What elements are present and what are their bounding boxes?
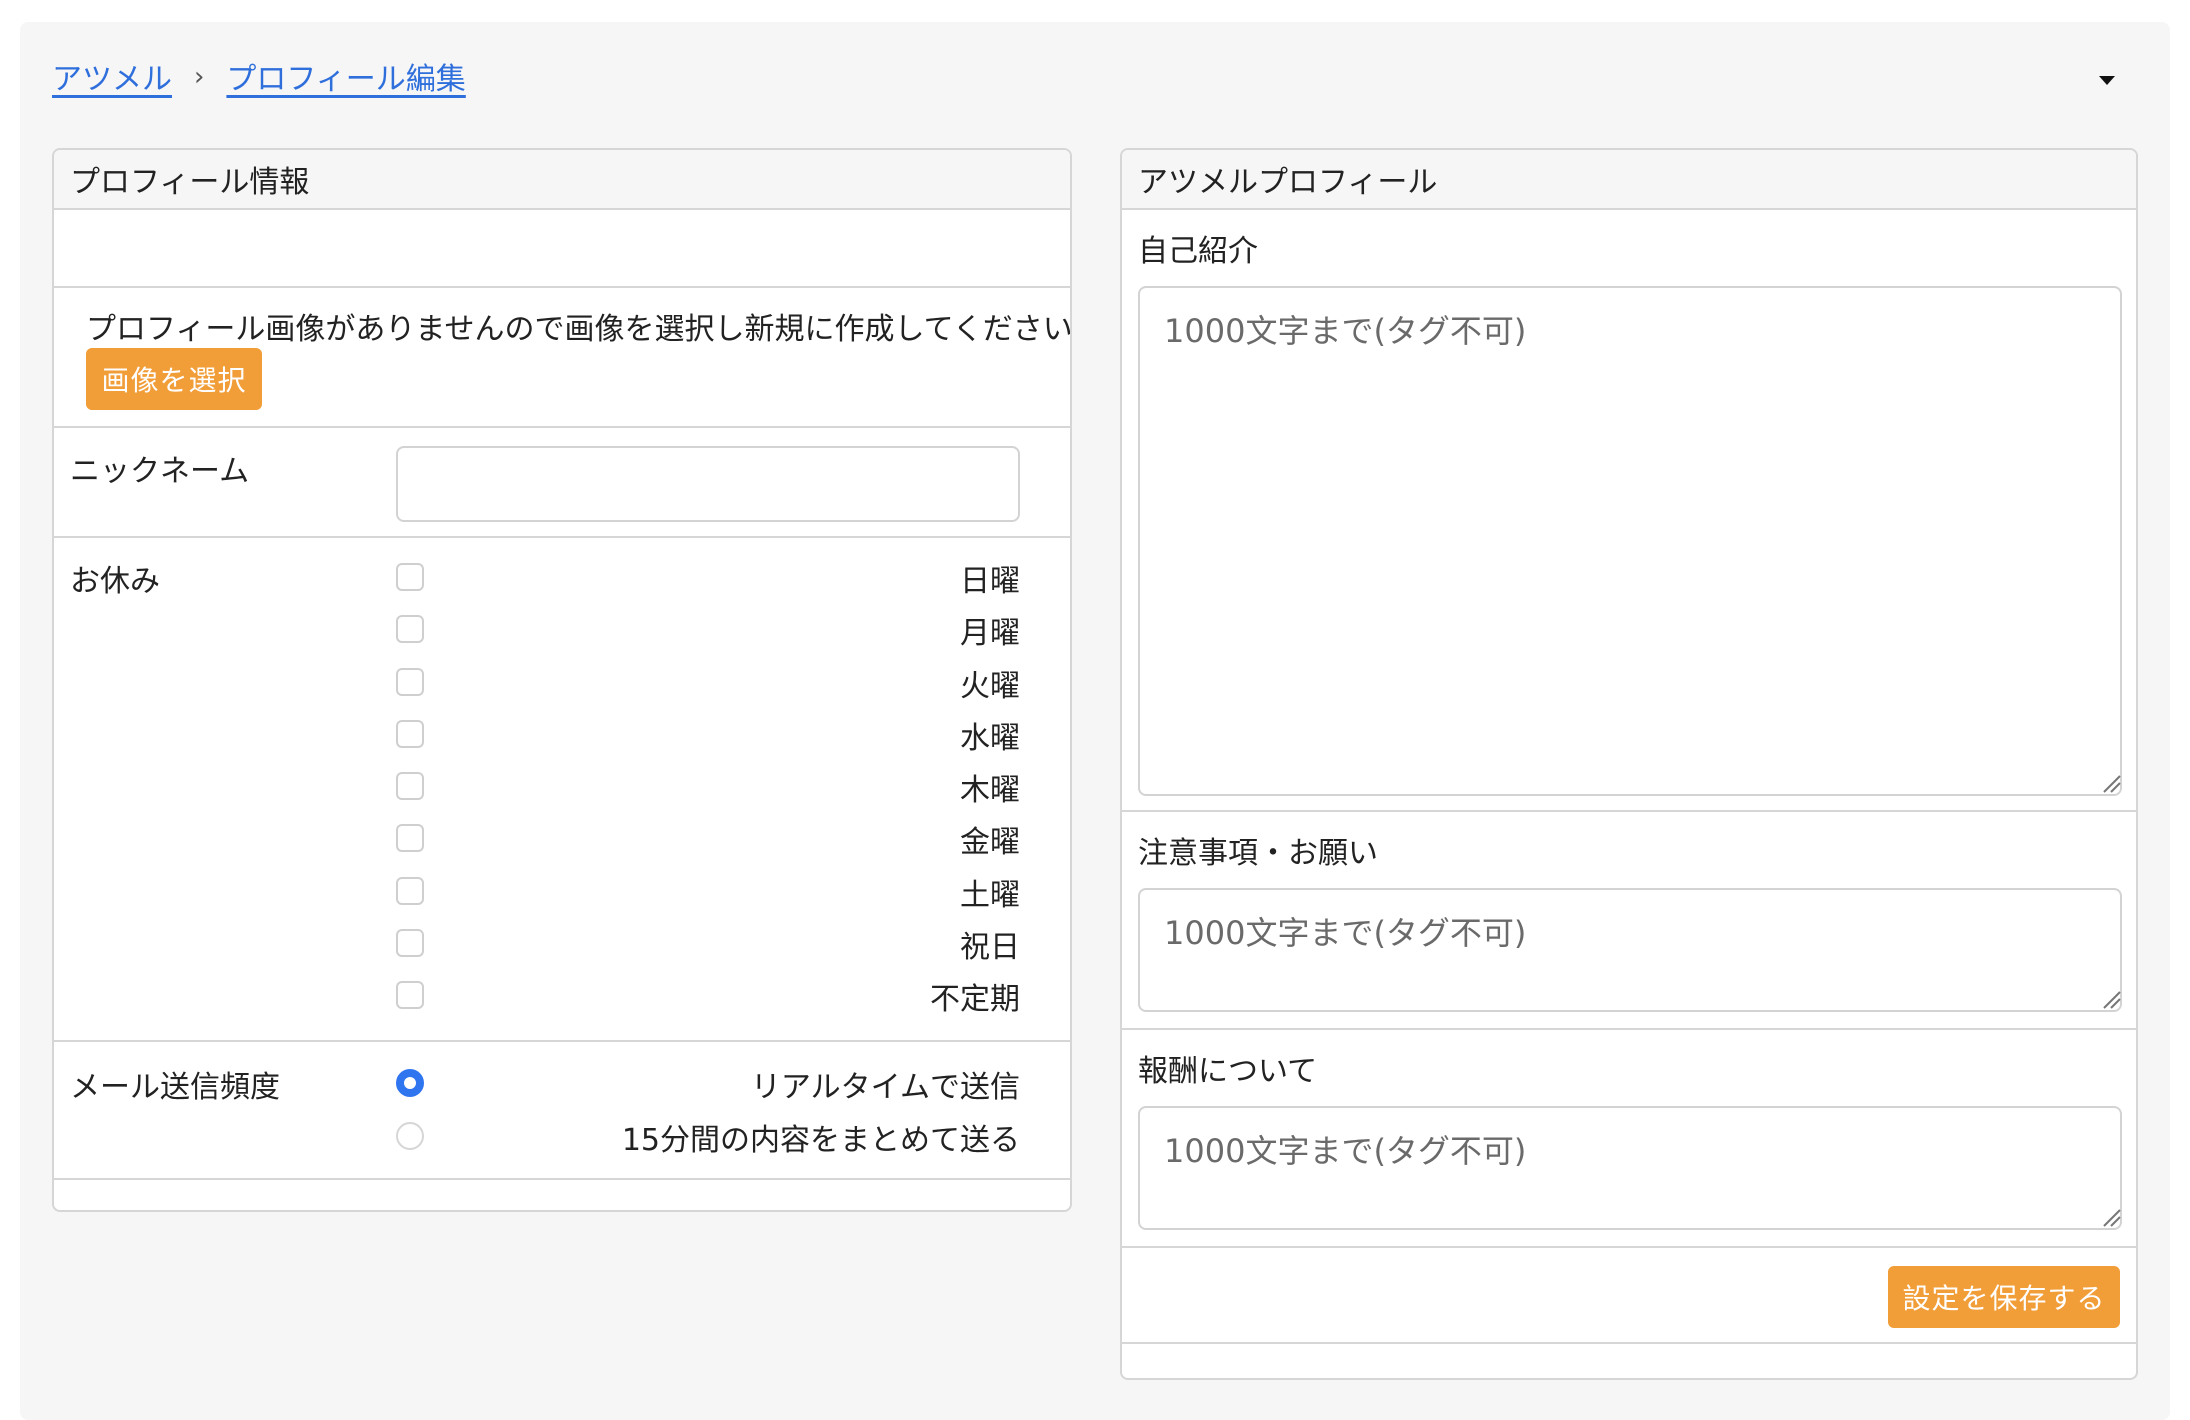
self-intro-textarea[interactable]: 1000文字まで(タグ不可) <box>1138 286 2122 796</box>
nickname-label: ニックネーム <box>70 454 250 489</box>
image-preview-row <box>54 210 1070 288</box>
image-select-row: プロフィール画像がありませんので画像を選択し新規に作成してください 画像を選択 <box>54 288 1070 428</box>
image-missing-message: プロフィール画像がありませんので画像を選択し新規に作成してください <box>86 312 1072 347</box>
resize-handle-icon[interactable] <box>2100 988 2122 1010</box>
breadcrumb-current-link[interactable]: プロフィール編集 <box>226 54 465 98</box>
notes-label: 注意事項・お願い <box>1138 836 1378 871</box>
notes-textarea[interactable]: 1000文字まで(タグ不可) <box>1138 888 2122 1012</box>
reward-label: 報酬について <box>1138 1054 1318 1089</box>
mail-frequency-label-realtime: リアルタイムで送信 <box>750 1070 1020 1105</box>
mail-frequency-label: メール送信頻度 <box>70 1070 280 1105</box>
save-settings-button[interactable]: 設定を保存する <box>1888 1266 2120 1328</box>
self-intro-label: 自己紹介 <box>1138 234 1258 269</box>
save-row: 設定を保存する <box>1122 1248 2136 1344</box>
holiday-label-irregular: 不定期 <box>930 982 1020 1017</box>
holiday-checkbox-monday[interactable] <box>396 615 424 643</box>
holiday-checkbox-irregular[interactable] <box>396 981 424 1009</box>
breadcrumb: アツメル › プロフィール編集 <box>52 54 466 98</box>
profile-info-panel: プロフィール情報 プロフィール画像がありませんので画像を選択し新規に作成してくだ… <box>52 148 1072 1212</box>
resize-handle-icon[interactable] <box>2100 772 2122 794</box>
atsumeru-profile-title: アツメルプロフィール <box>1122 150 2136 210</box>
chevron-right-icon: › <box>194 62 205 92</box>
holiday-label-saturday: 土曜 <box>960 878 1020 913</box>
holiday-checkbox-national-holiday[interactable] <box>396 929 424 957</box>
holiday-checkbox-saturday[interactable] <box>396 877 424 905</box>
holiday-checkbox-friday[interactable] <box>396 824 424 852</box>
breadcrumb-home-link[interactable]: アツメル <box>52 54 172 98</box>
holiday-checkbox-thursday[interactable] <box>396 772 424 800</box>
holidays-label: お休み <box>70 564 160 599</box>
holiday-label-thursday: 木曜 <box>960 773 1020 808</box>
holidays-row: お休み 日曜 月曜 火曜 水曜 木曜 金曜 土曜 祝日 不定期 <box>54 538 1070 1042</box>
mail-frequency-radio-batched[interactable] <box>396 1122 424 1150</box>
select-image-button[interactable]: 画像を選択 <box>86 348 262 410</box>
holiday-label-tuesday: 火曜 <box>960 669 1020 704</box>
holiday-label-monday: 月曜 <box>960 616 1020 651</box>
resize-handle-icon[interactable] <box>2100 1206 2122 1228</box>
notes-row: 注意事項・お願い 1000文字まで(タグ不可) <box>1122 812 2136 1030</box>
mail-frequency-label-batched: 15分間の内容をまとめて送る <box>621 1123 1020 1158</box>
nickname-input[interactable] <box>396 446 1020 522</box>
caret-down-icon <box>2099 75 2115 85</box>
reward-row: 報酬について 1000文字まで(タグ不可) <box>1122 1030 2136 1248</box>
holiday-label-friday: 金曜 <box>960 825 1020 860</box>
nickname-row: ニックネーム <box>54 428 1070 538</box>
holiday-label-wednesday: 水曜 <box>960 721 1020 756</box>
holiday-label-national-holiday: 祝日 <box>960 930 1020 965</box>
reward-textarea[interactable]: 1000文字まで(タグ不可) <box>1138 1106 2122 1230</box>
holiday-checkbox-tuesday[interactable] <box>396 668 424 696</box>
menu-dropdown-button[interactable] <box>2076 50 2138 110</box>
profile-info-title: プロフィール情報 <box>54 150 1070 210</box>
holiday-label-sunday: 日曜 <box>960 564 1020 599</box>
holiday-checkbox-sunday[interactable] <box>396 563 424 591</box>
self-intro-row: 自己紹介 1000文字まで(タグ不可) <box>1122 210 2136 812</box>
holiday-checkbox-wednesday[interactable] <box>396 720 424 748</box>
mail-frequency-row: メール送信頻度 リアルタイムで送信 15分間の内容をまとめて送る <box>54 1042 1070 1180</box>
mail-frequency-radio-realtime[interactable] <box>396 1069 424 1097</box>
atsumeru-profile-panel: アツメルプロフィール 自己紹介 1000文字まで(タグ不可) 注意事項・お願い … <box>1120 148 2138 1380</box>
